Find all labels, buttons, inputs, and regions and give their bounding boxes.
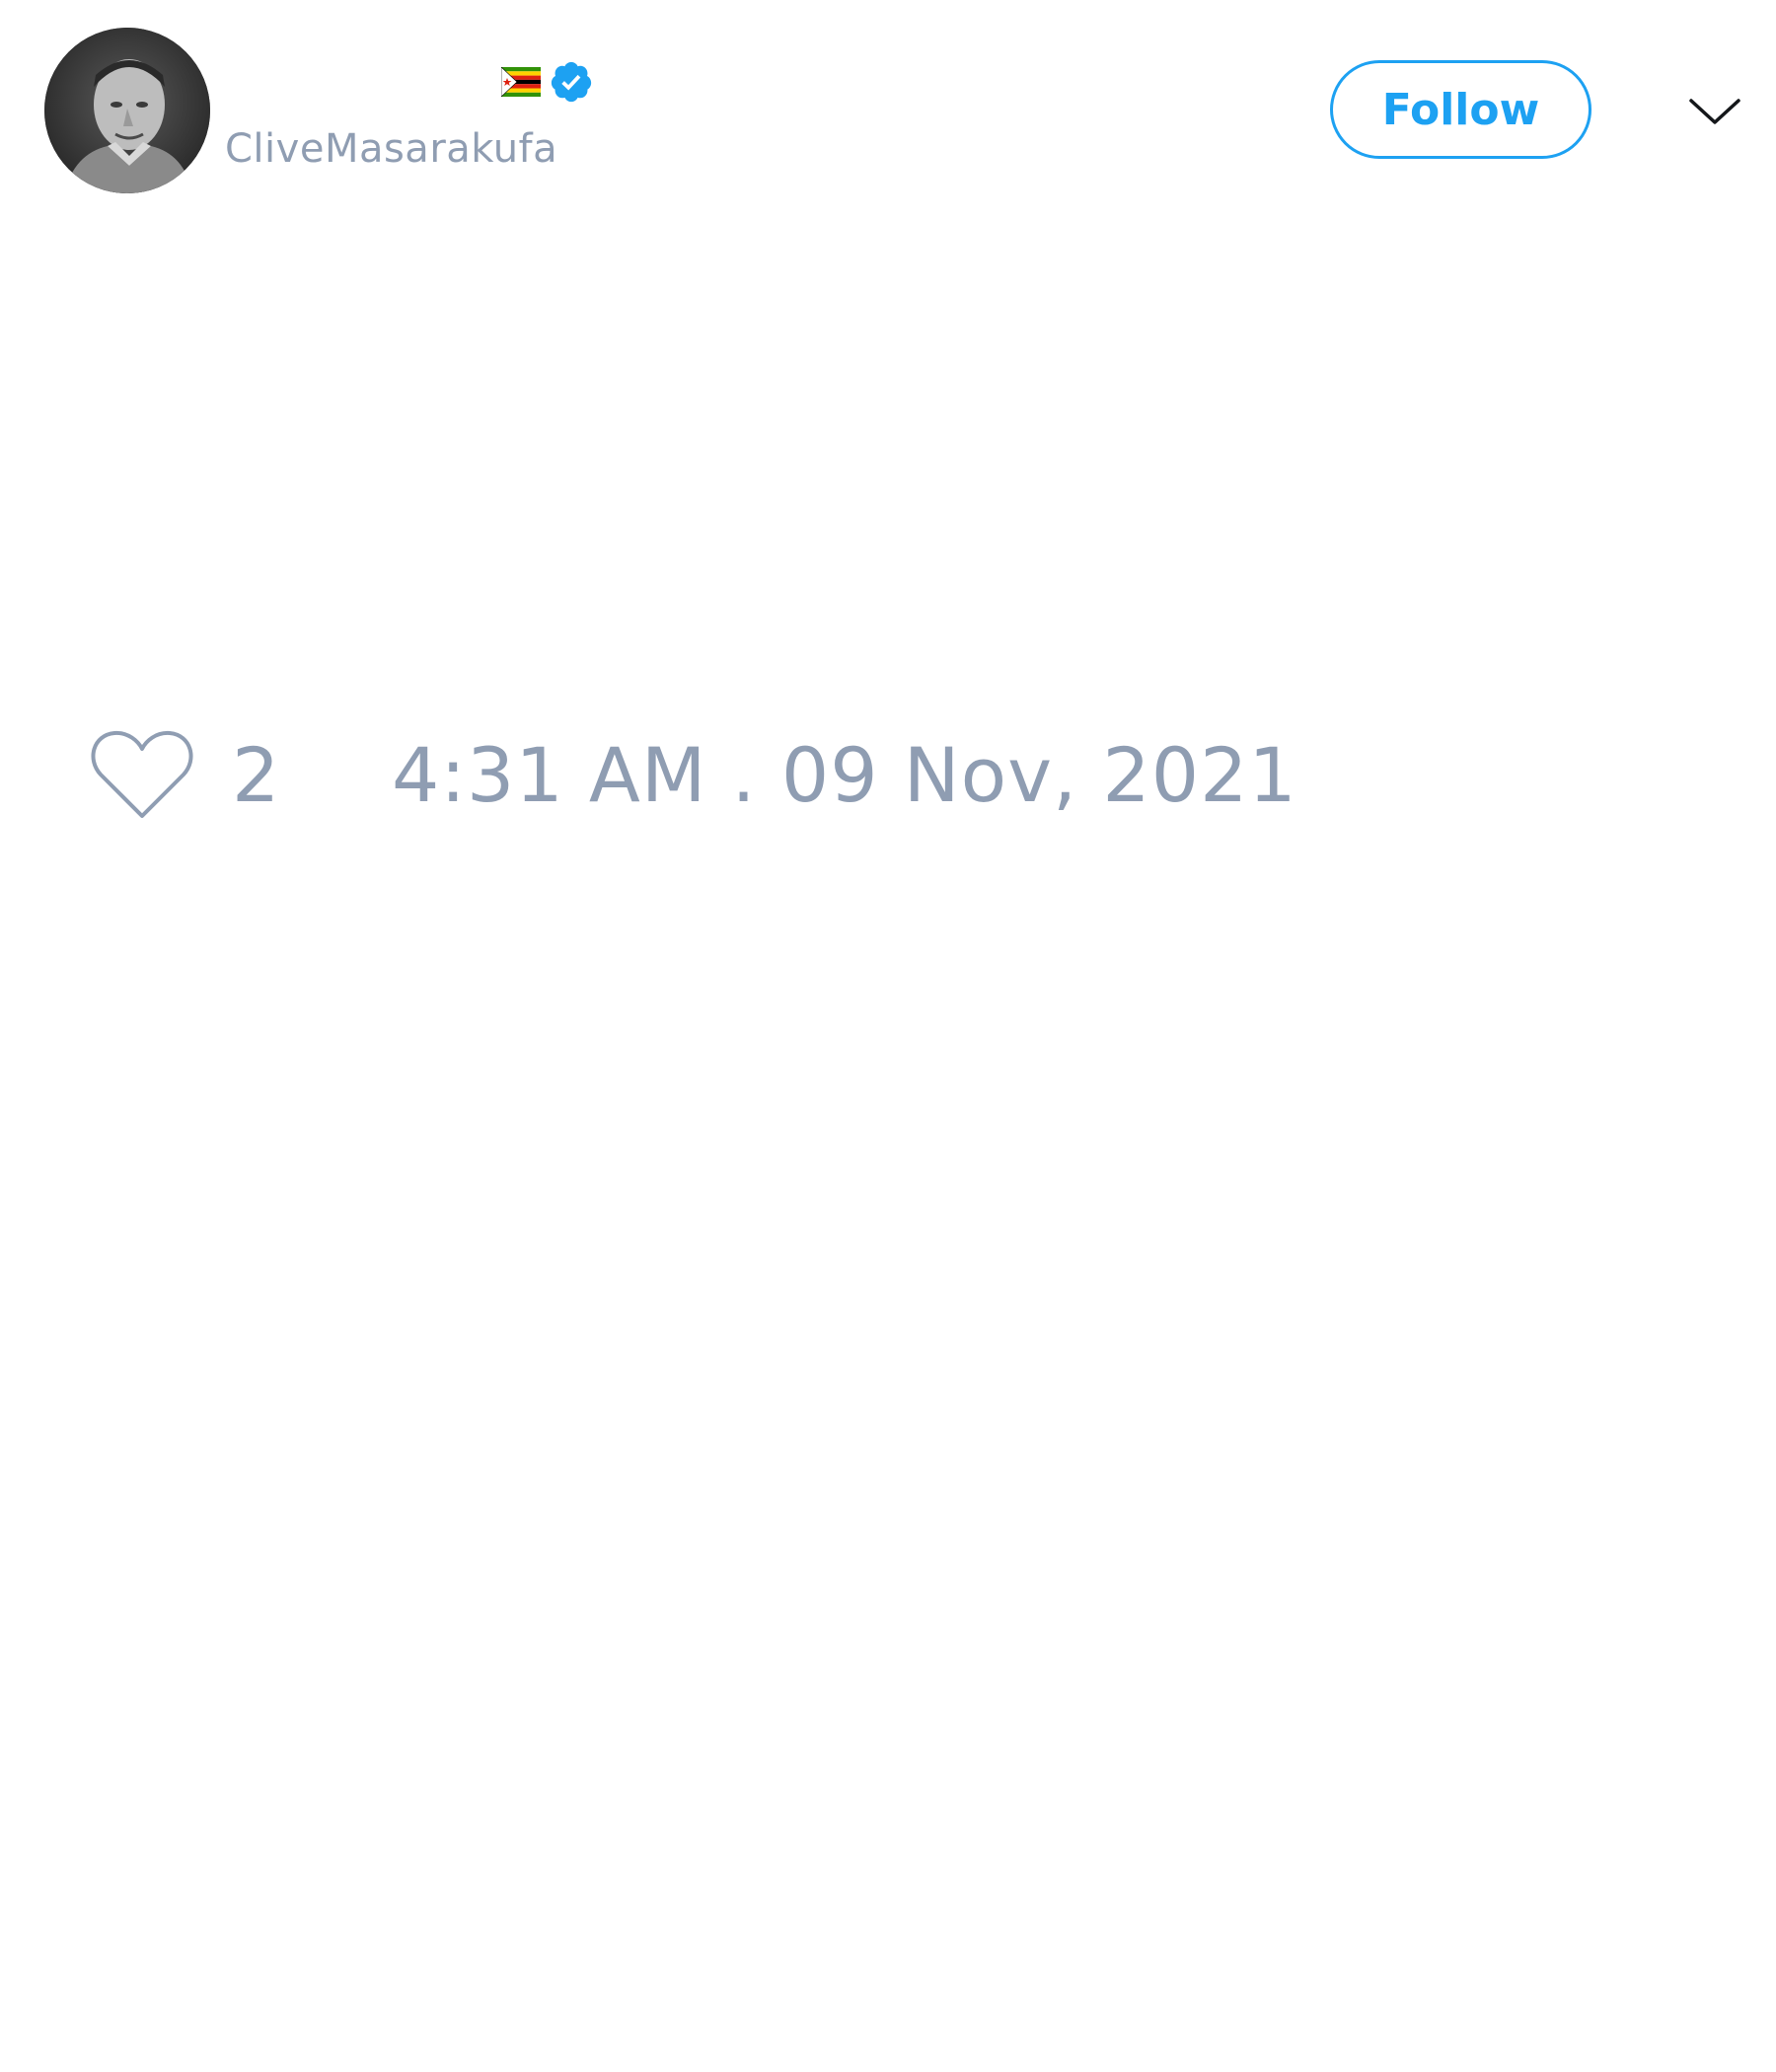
avatar[interactable] — [44, 28, 210, 193]
tweet-timestamp[interactable]: 4:31 AM . 09 Nov, 2021 — [392, 731, 1297, 819]
verified-badge-icon — [549, 59, 594, 105]
heart-icon[interactable] — [89, 727, 195, 822]
tweet-actions: 2 4:31 AM . 09 Nov, 2021 — [89, 725, 1296, 824]
chevron-down-icon[interactable] — [1687, 87, 1742, 132]
avatar-image — [44, 28, 210, 193]
author-handle[interactable]: CliveMasarakufa — [225, 126, 557, 172]
follow-button[interactable]: Follow — [1330, 60, 1591, 159]
zimbabwe-flag-icon — [500, 66, 541, 98]
display-name[interactable] — [227, 62, 493, 102]
tweet-card: CliveMasarakufa Follow 2 4:31 AM . 09 No… — [0, 0, 1776, 2072]
author-name-row — [227, 57, 594, 107]
like-count: 2 — [232, 730, 280, 819]
